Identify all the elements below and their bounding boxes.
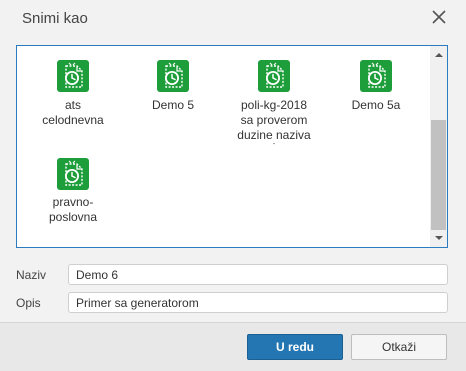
scroll-down-icon[interactable] [430,231,447,245]
file-list: ats celodnevna Demo 5 poli-kg-2018 sa pr… [17,46,429,247]
file-name-line: duzine naziva [237,128,311,142]
description-input[interactable] [68,292,448,313]
file-name-line: ats [64,98,81,112]
file-name-line: poslovna [48,210,98,224]
schedule-document-icon [360,60,392,92]
file-name-line: celodnevna [42,113,104,127]
file-name-line: sa proverom [240,113,308,127]
file-name-line: Demo 5a [351,98,401,112]
scrollbar-thumb[interactable] [431,120,446,230]
schedule-document-icon [258,60,290,92]
file-name-line: pravno- [52,195,94,209]
cancel-button[interactable]: Otkaži [351,334,447,360]
scroll-up-icon[interactable] [430,48,447,62]
schedule-document-icon [57,158,89,190]
file-name-line: ' [224,143,324,149]
name-input[interactable] [68,264,448,285]
file-name-line: poli-kg-2018 [240,98,308,112]
schedule-document-icon [157,60,189,92]
name-label: Naziv [16,268,47,282]
file-name-line: Demo 5 [151,98,195,112]
file-browser[interactable]: ats celodnevna Demo 5 poli-kg-2018 sa pr… [16,45,448,248]
dialog-title: Snimi kao [22,10,88,27]
ok-button[interactable]: U redu [247,334,343,360]
schedule-document-icon [57,60,89,92]
dialog-titlebar: Snimi kao [0,0,466,36]
close-icon[interactable] [430,8,448,26]
vertical-scrollbar[interactable] [430,46,447,247]
description-label: Opis [16,296,41,310]
